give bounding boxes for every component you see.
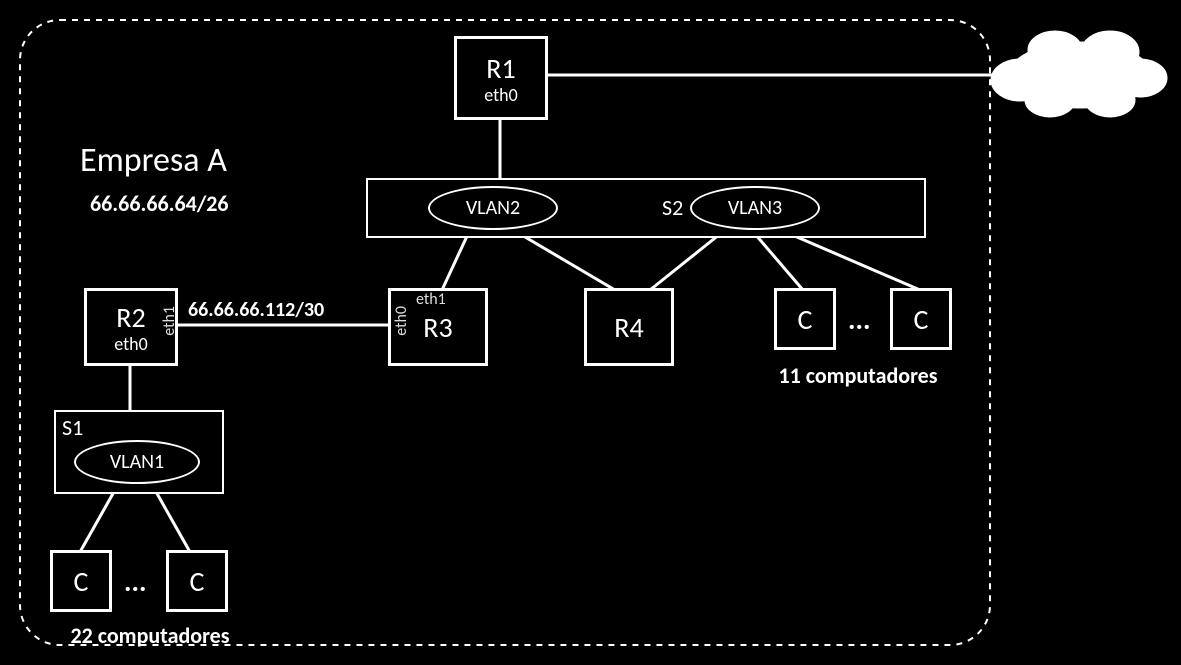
host-c-bottom-1-label: C [74,564,89,599]
router-r2-eth0: eth0 [114,333,147,355]
hosts-right-dots: ... [848,302,870,337]
router-r3-eth1: eth1 [416,290,446,309]
company-subnet: 66.66.66.64/26 [90,190,229,217]
link-r2-r3-label: 66.66.66.112/30 [188,298,324,322]
router-r4: R4 [584,288,674,366]
vlan2-label: VLAN2 [466,196,520,220]
hosts-bottom-dots: ... [124,564,146,599]
host-c-right-1: C [774,288,836,350]
vlan1-ellipse: VLAN1 [74,440,200,484]
cloud-icon [1000,40,1160,120]
router-r3-label: R3 [423,310,452,345]
router-r1: R1 eth0 [454,36,548,120]
host-c-right-2-label: C [914,302,929,337]
router-r3-eth0: eth0 [392,306,411,336]
host-c-bottom-1: C [50,550,112,612]
switch-s2-label: S2 [662,194,683,221]
host-c-bottom-2: C [166,550,228,612]
router-r4-label: R4 [614,310,643,345]
switch-s1-label: S1 [62,414,83,441]
router-r2-label: R2 [116,300,145,335]
hosts-bottom-count: 22 computadores [40,622,260,649]
host-c-bottom-2-label: C [190,564,205,599]
vlan2-ellipse: VLAN2 [428,186,558,230]
router-r2-eth1: eth1 [160,306,179,336]
vlan1-label: VLAN1 [110,450,164,474]
company-title: Empresa A [80,140,227,181]
hosts-right-count: 11 computadores [748,362,968,389]
vlan3-ellipse: VLAN3 [690,186,820,230]
vlan3-label: VLAN3 [728,196,782,220]
host-c-right-1-label: C [798,302,813,337]
router-r1-label: R1 [486,51,515,86]
host-c-right-2: C [890,288,952,350]
router-r1-eth0: eth0 [484,84,517,106]
